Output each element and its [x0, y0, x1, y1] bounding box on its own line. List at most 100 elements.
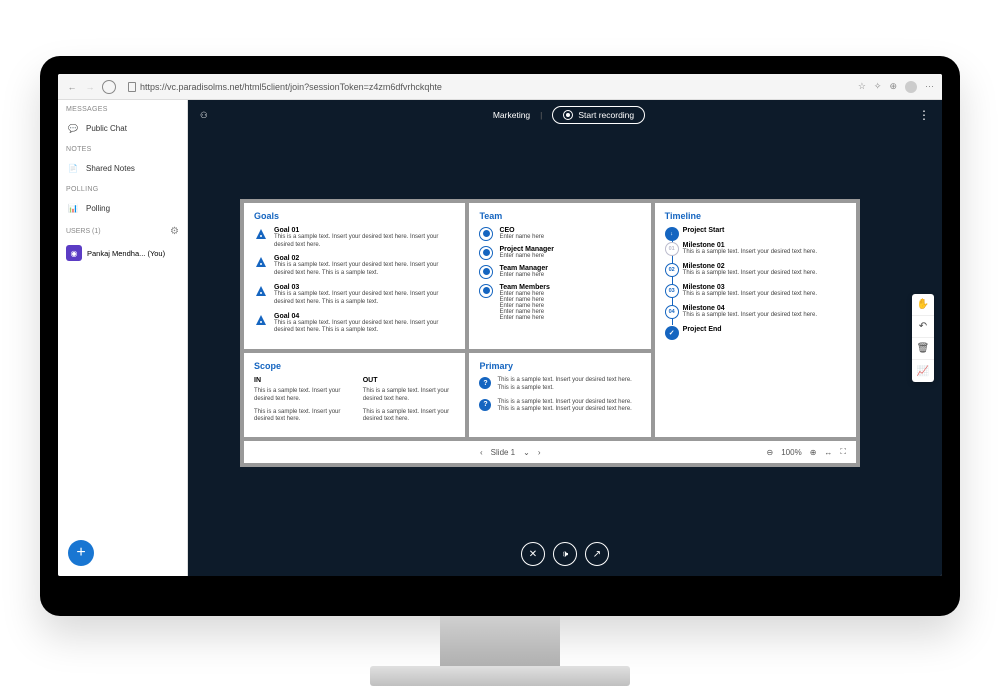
slide-dropdown-icon[interactable]: ⌄ [523, 448, 530, 457]
timeline-milestone-icon: 01 [665, 242, 679, 256]
public-chat-label: Public Chat [86, 124, 127, 133]
polling-icon: 📊 [66, 201, 80, 215]
lock-icon [128, 82, 136, 92]
team-item: Team ManagerEnter name here [479, 265, 640, 279]
team-item: Project ManagerEnter name here [479, 246, 640, 260]
timeline-milestone-icon: 02 [665, 263, 679, 277]
zoom-level: 100% [781, 448, 801, 457]
goals-title: Goals [254, 211, 455, 221]
team-item: Team MembersEnter name hereEnter name he… [479, 284, 640, 321]
scope-title: Scope [254, 361, 455, 371]
goal-icon [254, 313, 268, 327]
primary-item: ?This is a sample text. Insert your desi… [479, 377, 640, 393]
bottom-actions: ✕ 🕩 ↗ [188, 536, 942, 576]
goal-item: Goal 01This is a sample text. Insert you… [254, 227, 455, 250]
scope-text: This is a sample text. Insert your desir… [254, 409, 347, 425]
sidebar-item-polling[interactable]: 📊 Polling [58, 196, 187, 220]
record-icon [563, 110, 573, 120]
fit-width-icon[interactable]: ↔ [824, 448, 832, 457]
sidebar-item-shared-notes[interactable]: 📄 Shared Notes [58, 156, 187, 180]
back-icon[interactable]: ← [66, 82, 78, 92]
timeline-card: Timeline Project Start 01Milestone 01This… [655, 203, 856, 438]
notes-label: NOTES [58, 140, 187, 156]
slide-controls: ‹ Slide 1 ⌄ › ⊖ 100% ⊕ ↔ ⛶ [244, 441, 856, 463]
users-label: USERS (1) [66, 228, 101, 235]
scope-in-label: IN [254, 377, 347, 384]
whiteboard-tools: ✋ ↶ 🗑 📈 [912, 294, 934, 382]
question-icon: ? [479, 377, 491, 389]
person-icon [479, 227, 493, 241]
person-icon [479, 265, 493, 279]
zoom-in-icon[interactable]: ⊕ [810, 448, 817, 457]
timeline-item: Project End [683, 326, 846, 333]
prev-slide-icon[interactable]: ‹ [480, 448, 483, 457]
goal-item: Goal 04This is a sample text. Insert you… [254, 313, 455, 336]
sidebar-item-public-chat[interactable]: 💬 Public Chat [58, 116, 187, 140]
person-icon [479, 246, 493, 260]
mute-button[interactable]: ✕ [521, 542, 545, 566]
presentation-title: Marketing [493, 110, 530, 120]
url-text: https://vc.paradisolms.net/html5client/j… [140, 82, 442, 92]
refresh-icon[interactable] [102, 80, 116, 94]
slide-indicator[interactable]: Slide 1 [491, 448, 515, 457]
scope-text: This is a sample text. Insert your desir… [363, 409, 456, 425]
timeline-milestone-icon: 03 [665, 284, 679, 298]
share-button[interactable]: ↗ [585, 542, 609, 566]
record-label: Start recording [578, 110, 634, 120]
team-card: Team CEOEnter name hereProject ManagerEn… [469, 203, 650, 349]
person-icon [479, 284, 493, 298]
url-bar[interactable]: https://vc.paradisolms.net/html5client/j… [122, 82, 852, 92]
timeline-title: Timeline [665, 211, 846, 221]
messages-label: MESSAGES [58, 100, 187, 116]
goal-item: Goal 02This is a sample text. Insert you… [254, 255, 455, 278]
goals-card: Goals Goal 01This is a sample text. Inse… [244, 203, 465, 349]
fullscreen-icon[interactable]: ⛶ [840, 447, 846, 457]
timeline-start-icon [665, 227, 679, 241]
shared-notes-label: Shared Notes [86, 164, 135, 173]
delete-icon[interactable]: 🗑 [912, 338, 934, 360]
undo-icon[interactable]: ↶ [912, 316, 934, 338]
notes-icon: 📄 [66, 161, 80, 175]
timeline-milestone-icon: 04 [665, 305, 679, 319]
forward-icon[interactable]: → [84, 82, 96, 92]
slide: Goals Goal 01This is a sample text. Inse… [240, 199, 860, 468]
question-icon: ? [479, 399, 491, 411]
more-icon[interactable]: ⋮ [918, 108, 930, 122]
goal-icon [254, 227, 268, 241]
presentation-area: Goals Goal 01This is a sample text. Inse… [188, 130, 942, 536]
timeline-item: Project Start [683, 227, 846, 234]
gear-icon[interactable]: ⚙ [170, 226, 179, 237]
collections-icon[interactable]: ⊕ [889, 81, 897, 92]
user-avatar: ◉ [66, 245, 82, 261]
polling-label: POLLING [58, 180, 187, 196]
record-button[interactable]: Start recording [552, 106, 645, 124]
next-slide-icon[interactable]: › [538, 448, 541, 457]
timeline-item: 02Milestone 02This is a sample text. Ins… [683, 263, 846, 276]
scope-text: This is a sample text. Insert your desir… [363, 388, 456, 404]
top-bar: ⚇ Marketing | Start recording ⋮ [188, 100, 942, 130]
timeline-end-icon [665, 326, 679, 340]
menu-icon[interactable]: ⋯ [925, 81, 934, 92]
scope-card: Scope IN This is a sample text. Insert y… [244, 353, 465, 437]
user-list-item[interactable]: ◉ Pankaj Mendha... (You) [58, 240, 187, 266]
scope-out-label: OUT [363, 377, 456, 384]
favorites-icon[interactable]: ✧ [874, 81, 882, 92]
user-icon[interactable]: ⚇ [200, 110, 208, 120]
goal-item: Goal 03This is a sample text. Insert you… [254, 284, 455, 307]
goal-icon [254, 255, 268, 269]
star-icon[interactable]: ☆ [858, 81, 866, 92]
annotate-icon[interactable]: 📈 [912, 360, 934, 382]
hand-tool-icon[interactable]: ✋ [912, 294, 934, 316]
profile-icon[interactable] [905, 81, 917, 93]
user-name: Pankaj Mendha... (You) [87, 249, 165, 258]
goal-icon [254, 284, 268, 298]
chat-icon: 💬 [66, 121, 80, 135]
timeline-item: 01Milestone 01This is a sample text. Ins… [683, 242, 846, 255]
primary-card: Primary ?This is a sample text. Insert y… [469, 353, 650, 437]
audio-button[interactable]: 🕩 [553, 542, 577, 566]
zoom-out-icon[interactable]: ⊖ [767, 448, 774, 457]
scope-text: This is a sample text. Insert your desir… [254, 388, 347, 404]
team-item: CEOEnter name here [479, 227, 640, 241]
add-button[interactable]: + [68, 540, 94, 566]
primary-title: Primary [479, 361, 640, 371]
